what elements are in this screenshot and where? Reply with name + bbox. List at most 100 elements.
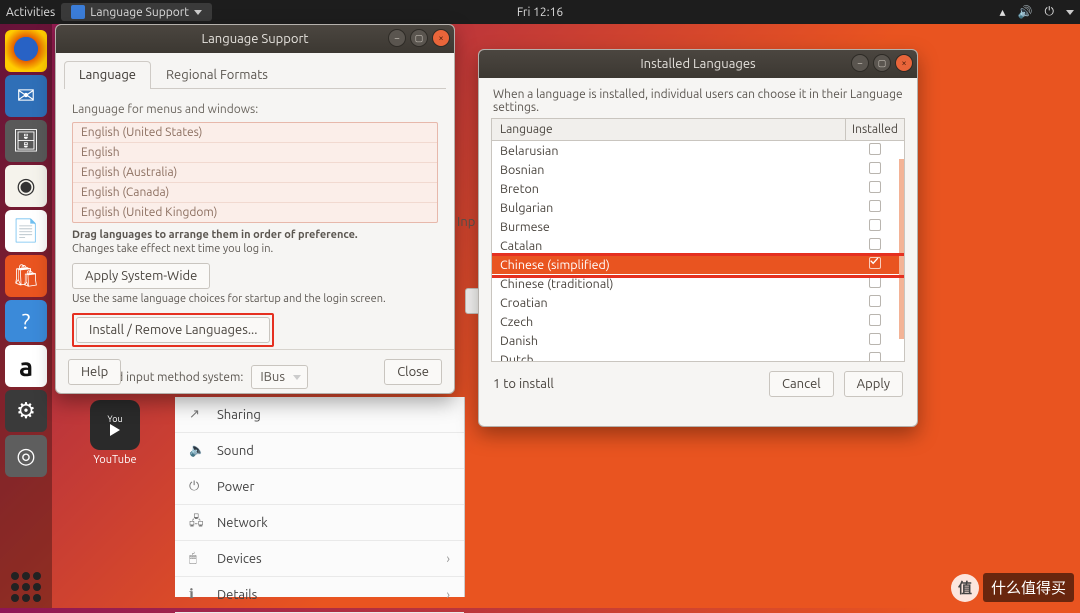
top-panel: Activities Language Support Fri 12:16 ▴ … — [0, 0, 1080, 24]
installed-checkbox[interactable] — [869, 238, 881, 250]
tab-regional-formats[interactable]: Regional Formats — [151, 61, 283, 88]
dialog-message: When a language is installed, individual… — [479, 78, 917, 118]
close-dialog-button[interactable]: Close — [384, 359, 442, 385]
maximize-button[interactable]: ▢ — [873, 54, 891, 72]
power-icon[interactable]: ⏻ — [1045, 5, 1055, 19]
language-row[interactable]: Breton — [492, 179, 904, 198]
titlebar[interactable]: Language Support – ▢ × — [56, 25, 454, 53]
settings-row-network[interactable]: 🖧Network — [175, 505, 464, 541]
chevron-down-icon — [1066, 10, 1074, 15]
section-label: Language for menus and windows: — [72, 103, 438, 116]
language-row[interactable]: Belarusian — [492, 141, 904, 160]
settings-row-label: Network — [217, 516, 268, 530]
installed-checkbox[interactable] — [869, 276, 881, 288]
clock[interactable]: Fri 12:16 — [517, 6, 563, 19]
language-row-label: Bulgarian — [492, 201, 846, 215]
installed-checkbox[interactable] — [869, 162, 881, 174]
installed-checkbox[interactable] — [869, 314, 881, 326]
apply-system-wide-button[interactable]: Apply System-Wide — [72, 263, 210, 289]
scrollbar-indicator[interactable] — [899, 159, 904, 339]
languages-grid: Language Installed Belarusian Bosnian Bret… — [491, 118, 905, 362]
language-row-label: Burmese — [492, 220, 846, 234]
dock-help[interactable]: ? — [5, 300, 47, 342]
installed-checkbox[interactable] — [869, 257, 881, 269]
language-row[interactable]: Czech — [492, 312, 904, 331]
close-button[interactable]: × — [432, 29, 450, 47]
minimize-button[interactable]: – — [388, 29, 406, 47]
watermark-badge-icon: 值 — [951, 574, 979, 602]
settings-row-label: Details — [217, 588, 257, 602]
settings-row-label: Devices — [217, 552, 262, 566]
language-row[interactable]: Catalan — [492, 236, 904, 255]
activities-button[interactable]: Activities — [6, 6, 55, 19]
language-row[interactable]: Croatian — [492, 293, 904, 312]
chevron-right-icon: › — [446, 588, 450, 602]
apply-button[interactable]: Apply — [844, 371, 903, 397]
cancel-button[interactable]: Cancel — [769, 371, 834, 397]
dock-thunderbird[interactable]: ✉ — [5, 75, 47, 117]
installed-checkbox[interactable] — [869, 352, 881, 362]
dock-show-applications[interactable] — [11, 572, 41, 602]
installed-checkbox[interactable] — [869, 295, 881, 307]
window-title: Installed Languages — [640, 57, 755, 71]
details-icon: ℹ — [189, 587, 205, 602]
app-menu[interactable]: Language Support — [61, 3, 212, 21]
dock-libreoffice-writer[interactable]: 📄 — [5, 210, 47, 252]
settings-row-label: Sound — [217, 444, 254, 458]
language-row[interactable]: Dutch — [492, 350, 904, 362]
chevron-down-icon — [194, 10, 202, 15]
sharing-icon: ↗ — [189, 407, 205, 422]
language-order-item[interactable]: English (Canada) — [73, 183, 437, 203]
installed-checkbox[interactable] — [869, 181, 881, 193]
dock-rhythmbox[interactable]: ◉ — [5, 165, 47, 207]
dock-amazon[interactable]: a — [5, 345, 47, 387]
install-remove-languages-button[interactable]: Install / Remove Languages... — [76, 317, 270, 343]
chevron-right-icon: › — [446, 552, 450, 566]
settings-row-label: Sharing — [217, 408, 261, 422]
language-row[interactable]: Danish — [492, 331, 904, 350]
language-order-list[interactable]: English (United States)EnglishEnglish (A… — [72, 122, 438, 223]
settings-row-sound[interactable]: 🔈Sound — [175, 433, 464, 469]
installed-checkbox[interactable] — [869, 200, 881, 212]
dock-files[interactable]: 🗄 — [5, 120, 47, 162]
installed-checkbox[interactable] — [869, 333, 881, 345]
watermark: 值 什么值得买 — [951, 573, 1074, 602]
dock: ✉ 🗄 ◉ 📄 🛍 ? a ⚙ ◎ — [0, 24, 52, 608]
titlebar[interactable]: Installed Languages – ▢ × — [479, 50, 917, 78]
tab-bar: Language Regional Formats — [64, 61, 446, 89]
volume-icon[interactable]: 🔊 — [1018, 5, 1033, 19]
settings-row-devices[interactable]: 🖱Devices› — [175, 541, 464, 577]
maximize-button[interactable]: ▢ — [410, 29, 428, 47]
dock-settings-gears[interactable]: ⚙ — [5, 390, 47, 432]
help-button[interactable]: Help — [68, 359, 121, 385]
language-order-item[interactable]: English (United States) — [73, 123, 437, 143]
dock-ubuntu-software[interactable]: 🛍 — [5, 255, 47, 297]
language-order-item[interactable]: English (United Kingdom) — [73, 203, 437, 222]
language-order-item[interactable]: English — [73, 143, 437, 163]
dock-firefox[interactable] — [5, 30, 47, 72]
minimize-button[interactable]: – — [851, 54, 869, 72]
install-status: 1 to install — [493, 377, 554, 391]
column-header-installed[interactable]: Installed — [846, 119, 904, 140]
language-order-item[interactable]: English (Australia) — [73, 163, 437, 183]
dock-settings[interactable]: ◎ — [5, 435, 47, 477]
installed-languages-dialog: Installed Languages – ▢ × When a languag… — [478, 49, 918, 427]
column-header-language[interactable]: Language — [492, 119, 846, 140]
language-row[interactable]: Bosnian — [492, 160, 904, 179]
close-button[interactable]: × — [895, 54, 913, 72]
language-support-icon — [71, 5, 85, 19]
language-support-window: Language Support – ▢ × Language Regional… — [55, 24, 455, 394]
language-row[interactable]: Chinese (traditional) — [492, 274, 904, 293]
language-row-label: Bosnian — [492, 163, 846, 177]
language-row[interactable]: Chinese (simplified) — [492, 255, 904, 274]
installed-checkbox[interactable] — [869, 219, 881, 231]
network-icon[interactable]: ▴ — [1000, 5, 1006, 19]
language-row-label: Croatian — [492, 296, 846, 310]
language-row[interactable]: Bulgarian — [492, 198, 904, 217]
language-row[interactable]: Burmese — [492, 217, 904, 236]
installed-checkbox[interactable] — [869, 143, 881, 155]
tab-language[interactable]: Language — [64, 61, 151, 89]
settings-row-sharing[interactable]: ↗ Sharing — [175, 397, 464, 433]
desktop-icon-youtube[interactable]: You YouTube — [70, 400, 160, 466]
settings-row-power[interactable]: ⏻Power — [175, 469, 464, 505]
